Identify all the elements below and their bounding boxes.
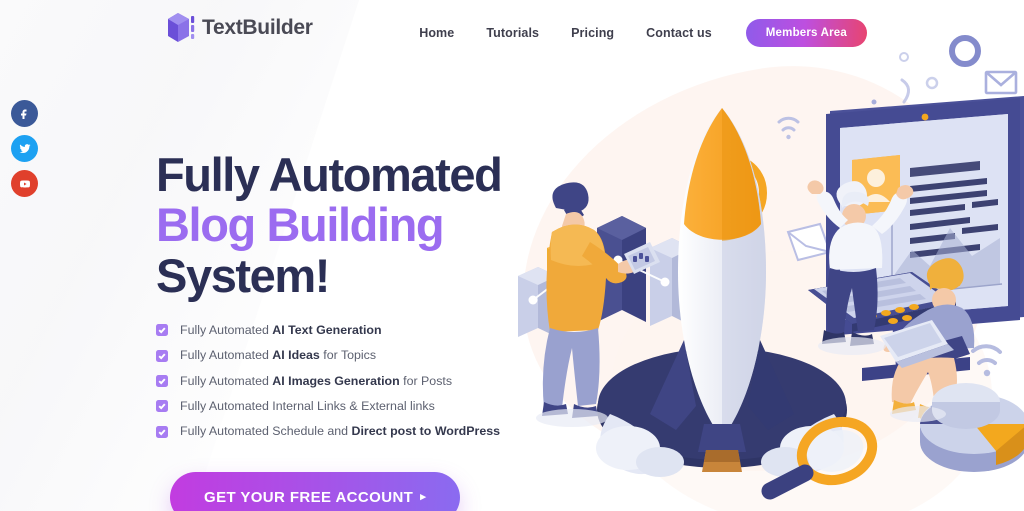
facebook-icon[interactable] — [11, 100, 38, 127]
brand-name: TextBuilder — [202, 16, 313, 39]
feature-text: Fully Automated AI Ideas for Topics — [180, 348, 377, 363]
swoosh-decor-2 — [900, 78, 910, 104]
feature-text: Fully Automated AI Images Generation for… — [180, 373, 453, 388]
feature-text: Fully Automated Internal Links & Externa… — [180, 398, 435, 413]
wifi-signal-icon-2 — [971, 344, 1002, 377]
check-icon — [156, 400, 168, 413]
check-icon — [156, 425, 168, 438]
list-item: Fully Automated AI Images Generation for… — [156, 374, 536, 389]
textbuilder-hexagon-logo-icon — [168, 13, 195, 42]
landing-page: TextBuilder Home Tutorials Pricing Conta… — [0, 0, 1024, 511]
brand-logo[interactable]: TextBuilder — [165, 11, 313, 44]
wifi-signal-icon — [777, 116, 800, 140]
headline-line-2: Blog Building — [156, 198, 445, 252]
arrow-right-icon: ▸ — [420, 490, 427, 503]
nav-item-tutorials[interactable]: Tutorials — [470, 26, 555, 40]
feature-text: Fully Automated AI Text Generation — [180, 322, 382, 337]
envelope-outline-icon — [984, 70, 1018, 95]
get-free-account-button[interactable]: GET YOUR FREE ACCOUNT ▸ — [170, 471, 461, 511]
main-navigation: Home Tutorials Pricing Contact us Member… — [403, 19, 867, 47]
hero-illustration — [500, 10, 1024, 511]
pie-chart — [920, 383, 1024, 472]
social-links-rail — [11, 100, 38, 197]
envelope-filled-icon — [786, 222, 832, 262]
site-header: TextBuilder Home Tutorials Pricing Conta… — [0, 0, 1024, 56]
headline-line-3: System! — [156, 248, 330, 302]
members-area-button[interactable]: Members Area — [745, 19, 867, 47]
nav-item-pricing[interactable]: Pricing — [555, 26, 630, 40]
list-item: Fully Automated AI Text Generation — [156, 323, 536, 338]
nav-item-contact-us[interactable]: Contact us — [630, 26, 728, 40]
nav-item-home[interactable]: Home — [403, 26, 470, 40]
hero-section: Fully Automated Blog Building System! Fu… — [156, 148, 536, 511]
twitter-icon[interactable] — [11, 135, 38, 162]
cta-label: GET YOUR FREE ACCOUNT — [204, 488, 414, 506]
feature-list: Fully Automated AI Text Generation Fully… — [156, 323, 536, 439]
headline-line-1: Fully Automated — [156, 148, 503, 201]
youtube-icon[interactable] — [11, 170, 38, 197]
check-icon — [156, 349, 168, 362]
list-item: Fully Automated AI Ideas for Topics — [156, 348, 536, 363]
list-item: Fully Automated Internal Links & Externa… — [156, 399, 536, 414]
list-item: Fully Automated Schedule and Direct post… — [156, 424, 536, 439]
feature-text: Fully Automated Schedule and Direct post… — [180, 424, 501, 439]
page-title: Fully Automated Blog Building System! — [156, 148, 536, 302]
check-icon — [156, 324, 168, 337]
check-icon — [156, 375, 168, 388]
